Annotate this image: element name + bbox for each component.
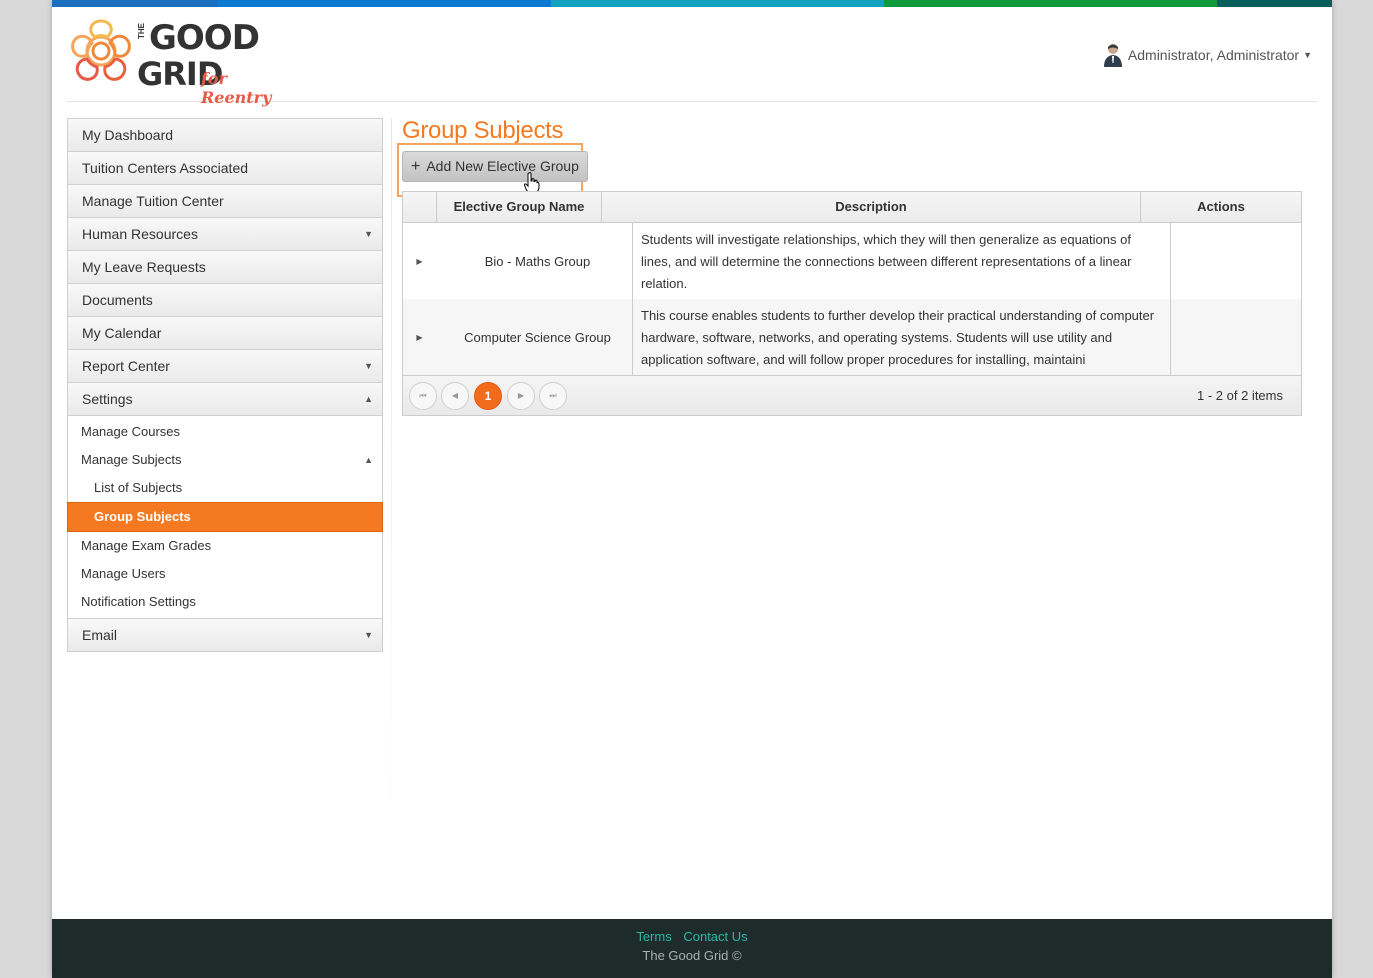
sidebar-nav: My Dashboard Tuition Centers Associated … [67,118,383,652]
logo-good-text: GOOD [149,18,260,58]
logo-the-text: THE [137,23,146,39]
column-divider [391,118,392,848]
sidebar-item-label: My Calendar [82,325,162,341]
sidebar-item-email[interactable]: Email ▼ [68,619,382,652]
caret-up-icon: ▲ [364,394,373,404]
sidebar-item-my-leave-requests[interactable]: My Leave Requests [68,251,382,284]
user-name: Administrator, Administrator [1127,47,1300,63]
sidebar-item-label: Manage Subjects [81,452,182,467]
elective-groups-grid: Elective Group Name Description Actions … [402,191,1302,416]
top-color-bar [52,0,1332,7]
page: THE GOOD GRID for Reentry Administrator,… [52,0,1332,978]
sidebar-item-report-center[interactable]: Report Center ▼ [68,350,382,383]
sidebar-item-my-dashboard[interactable]: My Dashboard [68,119,382,152]
caret-down-icon: ▼ [1303,50,1312,60]
sidebar-item-label: Settings [82,391,133,407]
caret-down-icon: ▼ [364,229,373,239]
actions-cell [1171,299,1301,375]
page-title: Group Subjects [402,117,564,144]
previous-page-icon[interactable]: ◀ [441,382,469,410]
sidebar-subitem-manage-exam-grades[interactable]: Manage Exam Grades [68,532,382,560]
main-content: Group Subjects + Add New Elective Group E… [397,116,1302,416]
footer-links: Terms Contact Us [52,929,1332,944]
sidebar-item-documents[interactable]: Documents [68,284,382,317]
pager-info: 1 - 2 of 2 items [1197,388,1283,403]
terms-link[interactable]: Terms [636,929,671,944]
plus-icon: + [411,158,421,175]
color-strip [52,0,217,7]
sidebar-item-label: Report Center [82,358,170,374]
column-header-actions: Actions [1197,199,1245,214]
expand-row-icon[interactable]: ▶ [403,299,436,375]
color-strip [217,0,551,7]
flower-logo-icon [71,19,131,81]
sidebar-subitem-manage-courses[interactable]: Manage Courses [68,418,382,446]
sidebar-item-human-resources[interactable]: Human Resources ▼ [68,218,382,251]
copyright: The Good Grid © [642,948,742,963]
first-page-icon[interactable]: ⏮ [409,382,437,410]
caret-down-icon: ▼ [364,361,373,371]
color-strip [884,0,1217,7]
sidebar-subitem-manage-subjects[interactable]: Manage Subjects ▲ [68,446,382,474]
column-header-name[interactable]: Elective Group Name [437,192,602,222]
footer: Terms Contact Us The Good Grid © [52,919,1332,978]
sidebar-subitem-list-of-subjects[interactable]: List of Subjects [68,474,382,502]
sidebar-subitem-notification-settings[interactable]: Notification Settings [68,588,382,616]
user-menu[interactable]: Administrator, Administrator ▼ [1103,43,1312,67]
logo[interactable]: THE GOOD GRID for Reentry [67,15,297,107]
grid-pager: ⏮ ◀ 1 ▶ ⏭ 1 - 2 of 2 items [403,375,1301,415]
contact-us-link[interactable]: Contact Us [683,929,747,944]
sidebar-item-label: Manage Tuition Center [82,193,224,209]
sidebar-item-tuition-centers-associated[interactable]: Tuition Centers Associated [68,152,382,185]
caret-up-icon: ▲ [364,455,373,465]
group-name-cell: Computer Science Group [435,299,633,375]
description-cell: Students will investigate relationships,… [633,223,1171,299]
sidebar-item-manage-tuition-center[interactable]: Manage Tuition Center [68,185,382,218]
sidebar-item-label: Email [82,627,118,643]
column-header-description[interactable]: Description [602,192,1141,222]
table-row: ▶ Computer Science Group This course ena… [403,299,1301,375]
settings-submenu: Manage Courses Manage Subjects ▲ List of … [67,416,383,619]
sidebar-item-settings[interactable]: Settings ▲ [68,383,382,416]
add-new-elective-group-button[interactable]: + Add New Elective Group [402,151,588,182]
sidebar-item-label: Tuition Centers Associated [82,160,249,176]
expand-column-header [403,192,437,222]
table-row: ▶ Bio - Maths Group Students will invest… [403,223,1301,299]
sidebar-item-label: Human Resources [82,226,198,242]
grid-header: Elective Group Name Description Actions [403,192,1301,223]
color-strip [551,0,884,7]
group-name-cell: Bio - Maths Group [435,223,633,299]
description-cell: This course enables students to further … [633,299,1171,375]
user-avatar-icon [1103,44,1122,67]
sidebar-item-label: My Leave Requests [82,259,206,275]
sidebar-subitem-group-subjects[interactable]: Group Subjects [67,502,383,532]
color-strip [1217,0,1332,7]
header: THE GOOD GRID for Reentry Administrator,… [67,7,1317,107]
caret-down-icon: ▼ [364,630,373,640]
button-label: Add New Elective Group [426,158,579,174]
logo-reentry-text: for Reentry [201,69,272,107]
next-page-icon[interactable]: ▶ [507,382,535,410]
expand-row-icon[interactable]: ▶ [403,223,436,299]
sidebar-item-label: Documents [82,292,153,308]
sidebar-item-my-calendar[interactable]: My Calendar [68,317,382,350]
sidebar-subitem-manage-users[interactable]: Manage Users [68,560,382,588]
actions-cell [1171,223,1301,299]
page-number-button[interactable]: 1 [474,382,502,410]
sidebar-item-label: My Dashboard [82,127,174,143]
last-page-icon[interactable]: ⏭ [539,382,567,410]
